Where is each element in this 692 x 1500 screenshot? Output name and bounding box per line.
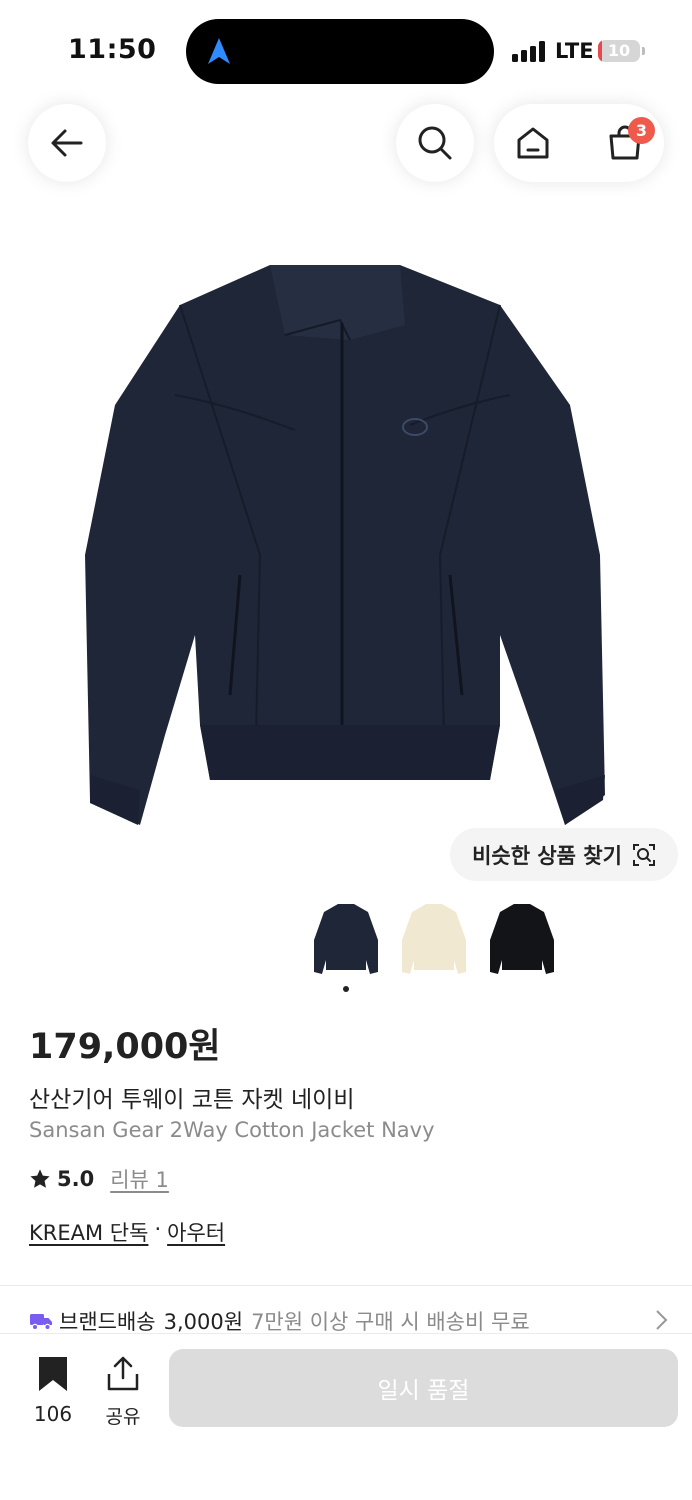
tag-separator: · <box>154 1217 162 1241</box>
image-search-icon <box>632 843 655 866</box>
cart-count-badge: 3 <box>628 117 655 144</box>
status-time: 11:50 <box>68 34 157 65</box>
battery-level: 10 <box>607 41 631 60</box>
battery-icon: 10 <box>598 40 640 62</box>
product-tags: KREAM 단독 · 아우터 <box>29 1217 225 1247</box>
review-link[interactable]: 리뷰 1 <box>110 1164 169 1194</box>
share-icon <box>107 1356 139 1391</box>
section-divider <box>0 1285 692 1286</box>
bookmark-count: 106 <box>33 1402 73 1426</box>
shipping-info-row[interactable]: 브랜드배송 3,000원 7만원 이상 구매 시 배송비 무료 <box>29 1306 669 1336</box>
star-icon <box>30 1169 50 1188</box>
shipping-fee: 3,000원 <box>163 1310 244 1334</box>
signal-icon <box>512 40 548 62</box>
truck-icon <box>30 1314 52 1331</box>
home-button[interactable] <box>494 104 572 182</box>
sold-out-button[interactable]: 일시 품절 <box>169 1349 678 1427</box>
product-name-korean: 산산기어 투웨이 코튼 자켓 네이비 <box>29 1087 355 1113</box>
thumbnail-navy[interactable] <box>310 900 382 980</box>
search-icon <box>418 126 452 160</box>
cart-button[interactable] <box>586 104 664 182</box>
bookmark-icon <box>39 1357 67 1391</box>
chevron-right-icon <box>656 1310 668 1330</box>
share-label: 공유 <box>105 1406 141 1428</box>
rating-value: 5.0 <box>57 1167 95 1191</box>
thumbnail-black[interactable] <box>486 900 558 980</box>
category-tag-link[interactable]: 아우터 <box>167 1217 225 1247</box>
product-name-english: Sansan Gear 2Way Cotton Jacket Navy <box>29 1118 435 1142</box>
find-similar-label: 비슷한 상품 찾기 <box>472 843 622 868</box>
navigation-arrow-icon <box>208 38 230 64</box>
rating-row: 5.0 리뷰 1 <box>29 1164 169 1194</box>
product-price: 179,000원 <box>29 1027 221 1067</box>
thumbnail-ivory[interactable] <box>398 900 470 980</box>
find-similar-button[interactable]: 비슷한 상품 찾기 <box>450 828 678 881</box>
pager-dot <box>343 986 349 992</box>
network-label: LTE <box>555 39 594 63</box>
arrow-left-icon <box>51 129 83 157</box>
share-button[interactable]: 공유 <box>92 1356 154 1429</box>
status-bar: 11:50 LTE 10 <box>0 0 692 100</box>
home-icon <box>517 127 549 159</box>
product-image[interactable] <box>80 255 610 835</box>
back-button[interactable] <box>28 104 106 182</box>
dynamic-island <box>186 19 494 84</box>
bookmark-button[interactable]: 106 <box>22 1356 84 1426</box>
shipping-brand-label: 브랜드배송 <box>59 1310 156 1334</box>
shipping-note: 7만원 이상 구매 시 배송비 무료 <box>251 1310 530 1334</box>
exclusive-tag-link[interactable]: KREAM 단독 <box>29 1217 148 1247</box>
search-button[interactable] <box>396 104 474 182</box>
battery-tip <box>642 47 645 55</box>
bottom-action-bar: 106 공유 일시 품절 <box>0 1333 692 1500</box>
